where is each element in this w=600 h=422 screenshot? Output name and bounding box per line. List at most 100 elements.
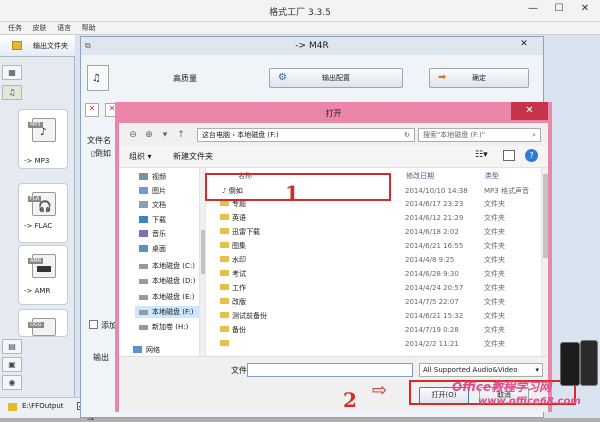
open-title-bar: 打开 ✕ (115, 102, 552, 123)
watermark-url: www.office68.com (478, 396, 581, 407)
output-folder-button[interactable]: 输出文件夹 (0, 35, 75, 57)
flac-file-icon: FLA 🎧 (28, 192, 56, 216)
menu-bar: 任务 皮肤 语言 帮助 (0, 22, 600, 35)
folder-row[interactable]: 考试 2014/6/28 9:30 文件夹 (206, 268, 534, 280)
format-amr-label: -> AMR (24, 287, 51, 295)
network-icon (133, 346, 142, 353)
folder-icon (220, 214, 229, 220)
output-folder-icon (8, 403, 17, 411)
file-list-scrollbar[interactable] (541, 168, 548, 356)
folder-row[interactable]: 水印 2014/4/8 9:25 文件夹 (206, 254, 534, 266)
phone-image (560, 342, 580, 386)
search-icon: ⌕ (532, 131, 536, 139)
tree-item-drive-h[interactable]: 新加卷 (H:) (139, 321, 188, 333)
tree-item-drive-c[interactable]: 本地磁盘 (C:) (139, 260, 195, 272)
address-bar[interactable]: 这台电脑 › 本地磁盘 (F:) ↻ (197, 128, 415, 142)
tree-item-downloads[interactable]: 下载 (139, 214, 166, 226)
pictures-icon (139, 187, 148, 194)
folder-row[interactable]: 2014/2/2 11:21 文件夹 (206, 338, 534, 350)
tree-item-drive-f[interactable]: 本地磁盘 (F:) (135, 306, 203, 318)
organize-button[interactable]: 组织 ▾ (129, 151, 152, 162)
disc-category-icon[interactable]: ◉ (2, 375, 22, 390)
image-category-icon[interactable]: ▤ (2, 339, 22, 354)
view-options-icon[interactable]: ☷▾ (475, 150, 488, 160)
format-ogg-button[interactable]: OGG (18, 309, 68, 337)
output-folder-label: 输出文件夹 (33, 42, 68, 50)
menu-skin[interactable]: 皮肤 (33, 22, 47, 34)
help-icon[interactable]: ? (525, 149, 538, 162)
folder-icon (220, 326, 229, 332)
command-bar: 组织 ▾ 新建文件夹 ☷▾ ? (119, 146, 548, 168)
tree-item-music[interactable]: 音乐 (139, 228, 166, 240)
arrow-right-icon: ➡ (438, 72, 447, 83)
m4r-close-button[interactable]: ✕ (511, 39, 537, 52)
amr-file-icon: AMR (28, 254, 56, 278)
output-config-button[interactable]: ⚙ 输出配置 (269, 68, 403, 88)
column-type[interactable]: 类型 (485, 168, 499, 184)
drive-icon (139, 264, 148, 269)
menu-help[interactable]: 帮助 (82, 22, 96, 34)
tree-item-documents[interactable]: 文档 (139, 199, 166, 211)
add-checkbox[interactable] (89, 320, 98, 329)
menu-language[interactable]: 语言 (57, 22, 71, 34)
folder-icon (220, 256, 229, 262)
folder-icon (12, 41, 22, 50)
filename-column-header: 文件名 (87, 136, 111, 145)
drive-icon (139, 295, 148, 300)
audio-category-icon[interactable]: ♫ (2, 85, 22, 100)
tree-item-desktop[interactable]: 桌面 (139, 243, 166, 255)
folder-icon (220, 228, 229, 234)
open-file-dialog: 打开 ✕ ⊖ ⊕ ▾ ↑ 这台电脑 › 本地磁盘 (F:) ↻ 搜索"本地磁盘 (… (115, 102, 552, 412)
quality-label: 高质量 (173, 74, 197, 83)
close-button[interactable]: ✕ (572, 0, 598, 18)
remove-icon[interactable]: ✕ (85, 103, 99, 117)
tree-item-network[interactable]: 网络 (133, 344, 160, 356)
ok-label: 确定 (472, 74, 486, 82)
folder-row[interactable]: 备份 2014/7/19 0:28 文件夹 (206, 324, 534, 336)
folder-row[interactable]: 改版 2014/7/5 22:07 文件夹 (206, 296, 534, 308)
minimize-button[interactable]: — (520, 0, 546, 18)
file-type-select[interactable]: All Supported Audio&Video ▾ (419, 363, 543, 377)
m4r-file-row[interactable]: ▯倒如 (91, 148, 111, 159)
back-icon[interactable]: ⊖ (127, 128, 139, 142)
output-path[interactable]: E:\FFOutput (22, 402, 64, 410)
forward-icon[interactable]: ⊕ (143, 128, 155, 142)
title-bar: 格式工厂 3.3.5 — ☐ ✕ (0, 0, 600, 22)
address-text: 这台电脑 › 本地磁盘 (F:) (202, 131, 279, 139)
mp3-file-icon: MP3 ♪ (28, 118, 56, 142)
videos-icon (139, 173, 148, 180)
column-date[interactable]: 修改日期 (406, 168, 434, 184)
ok-button[interactable]: ➡ 确定 (429, 68, 529, 88)
filename-input[interactable] (247, 363, 413, 377)
document-category-icon[interactable]: ▣ (2, 357, 22, 372)
format-amr-button[interactable]: AMR (18, 245, 68, 305)
ogg-file-icon: OGG (28, 318, 56, 336)
video-category-icon[interactable]: ▦ (2, 65, 22, 80)
open-close-button[interactable]: ✕ (511, 102, 548, 120)
preview-pane-icon[interactable] (503, 150, 515, 161)
maximize-button[interactable]: ☐ (546, 0, 572, 18)
output-label: 输出 (93, 353, 109, 362)
tree-item-drive-d[interactable]: 本地磁盘 (D:) (139, 275, 195, 287)
open-title: 打开 (325, 109, 342, 118)
m4r-title-bar: ⧉ -> M4R ✕ (81, 37, 543, 55)
up-icon[interactable]: ↑ (175, 128, 187, 142)
menu-task[interactable]: 任务 (8, 22, 22, 34)
new-folder-button[interactable]: 新建文件夹 (173, 151, 213, 162)
watermark-title: Office教程学习网 (452, 380, 552, 394)
downloads-icon (139, 216, 148, 223)
tree-item-drive-e[interactable]: 本地磁盘 (E:) (139, 291, 194, 303)
refresh-icon[interactable]: ↻ (404, 129, 410, 141)
search-input[interactable]: 搜索"本地磁盘 (F:)" ⌕ (418, 128, 541, 142)
format-flac-button[interactable]: FLA 🎧 (18, 183, 68, 243)
gear-icon: ⚙ (278, 72, 287, 83)
folder-row[interactable]: 迅雷下载 2014/6/18 2:02 文件夹 (206, 226, 534, 238)
tree-item-pictures[interactable]: 图片 (139, 185, 166, 197)
folder-row[interactable]: 图集 2014/6/21 16:55 文件夹 (206, 240, 534, 252)
tree-item-videos[interactable]: 视频 (139, 171, 166, 183)
folder-row[interactable]: 英语 2014/6/12 21:29 文件夹 (206, 212, 534, 224)
music-icon (139, 230, 148, 237)
recent-dropdown-icon[interactable]: ▾ (159, 128, 171, 142)
folder-row[interactable]: 工作 2014/4/24 20:57 文件夹 (206, 282, 534, 294)
folder-row[interactable]: 测试前备份 2014/6/21 15:32 文件夹 (206, 310, 534, 322)
